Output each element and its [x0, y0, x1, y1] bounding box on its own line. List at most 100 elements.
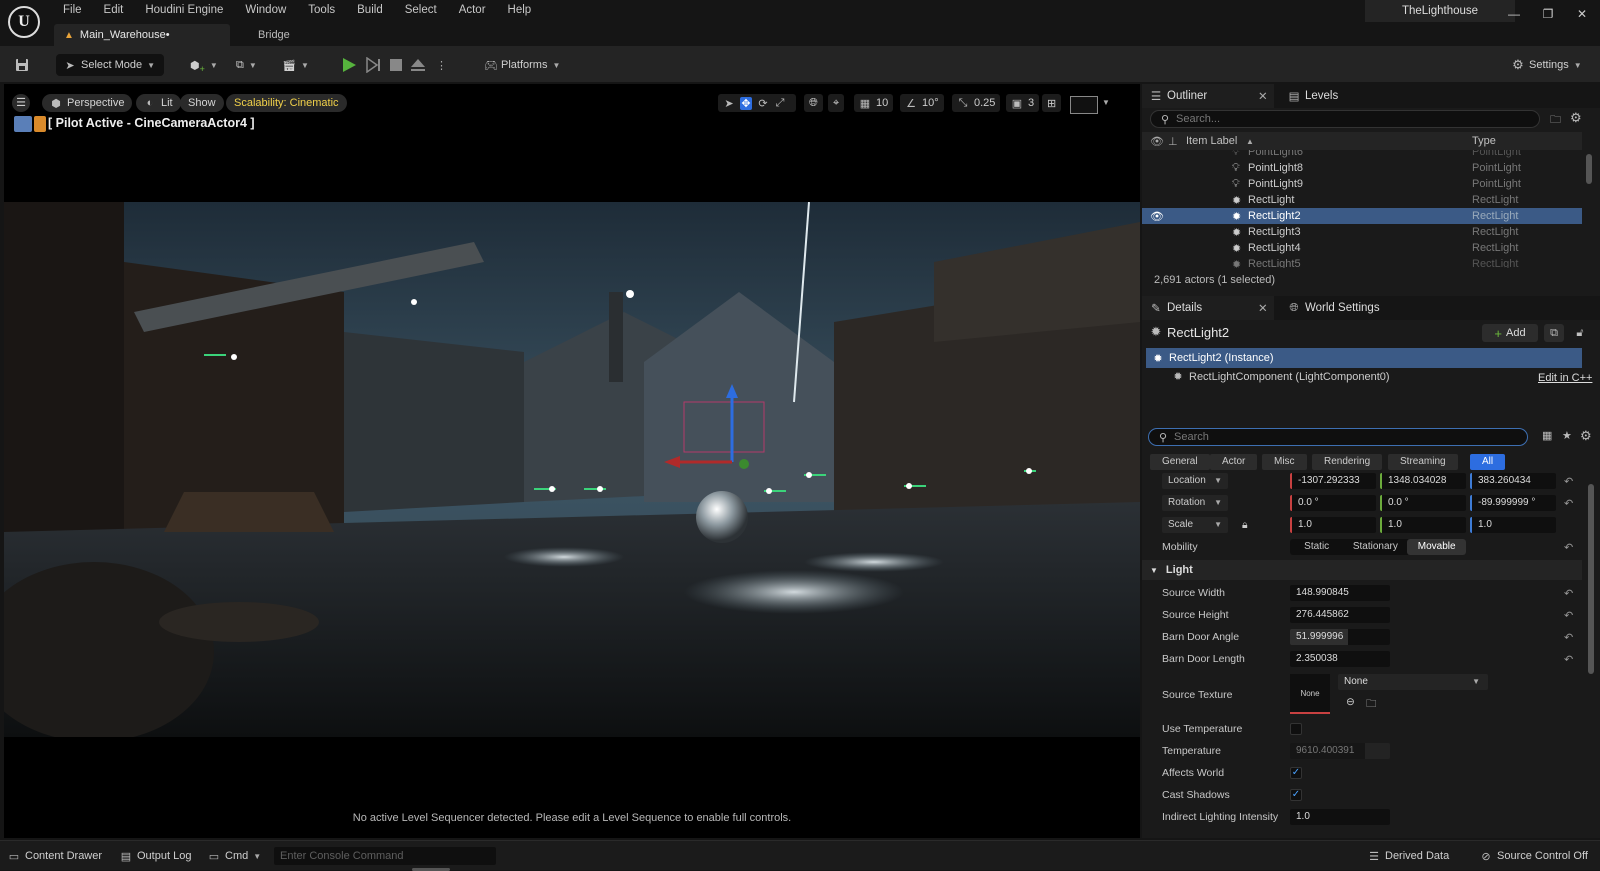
- scale-y[interactable]: 1.0: [1380, 517, 1466, 533]
- restore-icon[interactable]: ❐: [1531, 0, 1565, 28]
- mobility-stationary[interactable]: Stationary: [1343, 539, 1407, 555]
- more-options-icon[interactable]: ⋮: [436, 54, 447, 76]
- filter-actor[interactable]: Actor: [1210, 454, 1258, 470]
- mobility-static[interactable]: Static: [1290, 539, 1343, 555]
- list-item[interactable]: ✹ RectLight3 RectLight: [1142, 224, 1582, 240]
- menu-tools[interactable]: Tools: [297, 0, 346, 20]
- visibility-eye-icon[interactable]: 👁︎: [1150, 135, 1164, 148]
- reset-icon[interactable]: ↶: [1564, 631, 1573, 644]
- reset-icon[interactable]: ↶: [1564, 653, 1573, 666]
- menu-edit[interactable]: Edit: [93, 0, 135, 20]
- eject-button[interactable]: [410, 54, 426, 76]
- source-control-button[interactable]: ⊘ Source Control Off: [1480, 848, 1588, 864]
- source-width-field[interactable]: 148.990845: [1290, 585, 1390, 601]
- add-content-button[interactable]: ⬢ + ▼: [190, 54, 218, 76]
- settings-dropdown[interactable]: ⚙ Settings ▼: [1512, 54, 1582, 76]
- cinematics-button[interactable]: 🎬︎ ▼: [282, 54, 309, 76]
- barn-door-length-field[interactable]: 2.350038: [1290, 651, 1390, 667]
- details-settings-gear-icon[interactable]: ⚙: [1580, 428, 1592, 444]
- outliner-scrollbar[interactable]: [1586, 154, 1592, 184]
- layout-icon[interactable]: [1070, 96, 1098, 114]
- show-button[interactable]: Show: [180, 94, 224, 112]
- tab-details[interactable]: ✎ Details ✕: [1142, 296, 1274, 320]
- filter-general[interactable]: General: [1150, 454, 1210, 470]
- rotation-z[interactable]: -89.999999 °: [1470, 495, 1556, 511]
- cmd-dropdown[interactable]: ▭ Cmd ▼: [208, 848, 261, 864]
- reset-icon[interactable]: ↶: [1564, 609, 1573, 622]
- mobility-movable[interactable]: Movable: [1407, 539, 1466, 555]
- camera-speed-button[interactable]: ▣ 3: [1006, 94, 1040, 112]
- blueprint-button[interactable]: ⧉ ▼: [236, 54, 257, 76]
- content-drawer-button[interactable]: ▭ Content Drawer: [8, 848, 102, 864]
- component-row[interactable]: ✹ RectLightComponent (LightComponent0): [1172, 370, 1389, 384]
- filter-all[interactable]: All: [1470, 454, 1506, 470]
- output-log-button[interactable]: ▤ Output Log: [120, 848, 192, 864]
- texture-dropdown[interactable]: None ▼: [1338, 674, 1488, 690]
- maximize-viewport-icon[interactable]: ⊞: [1042, 94, 1062, 112]
- table-view-icon[interactable]: ▦: [1542, 429, 1552, 442]
- tab-main-warehouse[interactable]: ▲ Main_Warehouse•: [54, 24, 230, 46]
- scale-z[interactable]: 1.0: [1470, 517, 1556, 533]
- list-item[interactable]: 💡︎ PointLight8 PointLight: [1142, 160, 1582, 176]
- perspective-button[interactable]: ⬢ Perspective: [42, 94, 133, 112]
- location-z[interactable]: 383.260434: [1470, 473, 1556, 489]
- menu-select[interactable]: Select: [394, 0, 448, 20]
- list-item[interactable]: 💡︎ PointLight9 PointLight: [1142, 176, 1582, 192]
- console-command-input[interactable]: Enter Console Command: [274, 847, 496, 865]
- stop-button[interactable]: [389, 54, 403, 76]
- barn-door-angle-slider[interactable]: 51.999996: [1290, 629, 1390, 645]
- scale-x[interactable]: 1.0: [1290, 517, 1376, 533]
- menu-actor[interactable]: Actor: [448, 0, 497, 20]
- list-item[interactable]: 💡︎ PointLight6 PointLight: [1142, 150, 1582, 160]
- outliner-settings-gear-icon[interactable]: ⚙: [1570, 110, 1582, 126]
- lock-ratio-icon[interactable]: 🔒︎: [1242, 519, 1248, 532]
- location-dropdown[interactable]: Location ▼: [1162, 473, 1228, 489]
- outliner-search[interactable]: ⚲ Search...: [1150, 110, 1540, 128]
- minimize-icon[interactable]: —: [1497, 0, 1531, 28]
- reset-icon[interactable]: ↶: [1564, 587, 1573, 600]
- angle-snap-button[interactable]: ∠ 10°: [900, 94, 944, 112]
- grid-snap-button[interactable]: ▦ 10: [854, 94, 894, 112]
- scale-icon[interactable]: ⤢: [774, 97, 786, 110]
- details-search[interactable]: ⚲ Search: [1148, 428, 1528, 446]
- favorite-star-icon[interactable]: ★: [1562, 429, 1572, 442]
- rotation-x[interactable]: 0.0 °: [1290, 495, 1376, 511]
- scale-snap-button[interactable]: ⤡ 0.25: [952, 94, 1001, 112]
- list-item[interactable]: ✹ RectLight RectLight: [1142, 192, 1582, 208]
- unreal-logo-icon[interactable]: U: [8, 6, 40, 38]
- location-x[interactable]: -1307.292333: [1290, 473, 1376, 489]
- col-item-label[interactable]: Item Label: [1186, 135, 1237, 147]
- select-cursor-icon[interactable]: ➤: [723, 97, 735, 110]
- visibility-eye-icon[interactable]: 👁︎: [1150, 210, 1164, 223]
- filter-rendering[interactable]: Rendering: [1312, 454, 1383, 470]
- menu-window[interactable]: Window: [234, 0, 297, 20]
- scale-dropdown[interactable]: Scale ▼: [1162, 517, 1228, 533]
- affects-world-checkbox[interactable]: ✓: [1290, 767, 1302, 779]
- list-item[interactable]: ✹ RectLight5 RectLight: [1142, 256, 1582, 268]
- texture-thumbnail[interactable]: None: [1290, 674, 1330, 714]
- add-folder-icon[interactable]: 🗀︎: [1550, 111, 1561, 130]
- lit-button[interactable]: ◐ Lit: [136, 94, 181, 112]
- blueprint-convert-icon[interactable]: ⧉: [1544, 324, 1564, 342]
- tab-world-settings[interactable]: 🌐︎ World Settings: [1280, 296, 1388, 320]
- rotation-dropdown[interactable]: Rotation ▼: [1162, 495, 1228, 511]
- menu-build[interactable]: Build: [346, 0, 394, 20]
- rotation-y[interactable]: 0.0 °: [1380, 495, 1466, 511]
- cast-shadows-checkbox[interactable]: ✓: [1290, 789, 1302, 801]
- edit-in-cpp-link[interactable]: Edit in C++: [1538, 372, 1592, 384]
- viewport-menu-icon[interactable]: ☰: [12, 94, 30, 112]
- indirect-lighting-field[interactable]: 1.0: [1290, 809, 1390, 825]
- filter-misc[interactable]: Misc: [1262, 454, 1307, 470]
- reset-icon[interactable]: ↶: [1564, 541, 1573, 554]
- menu-help[interactable]: Help: [497, 0, 543, 20]
- step-forward-button[interactable]: [364, 54, 382, 76]
- tab-outliner[interactable]: ☰ Outliner ✕: [1142, 84, 1274, 108]
- filter-streaming[interactable]: Streaming: [1388, 454, 1458, 470]
- surface-snapping-icon[interactable]: ⌖: [828, 94, 845, 112]
- scalability-button[interactable]: Scalability: Cinematic: [226, 94, 347, 112]
- lock-icon[interactable]: 🔓︎: [1570, 324, 1590, 342]
- details-scrollbar[interactable]: [1588, 484, 1594, 674]
- world-local-icon[interactable]: 🌐︎: [804, 94, 823, 112]
- instance-row[interactable]: ✹ RectLight2 (Instance): [1146, 348, 1582, 368]
- close-icon[interactable]: ✕: [1258, 301, 1268, 315]
